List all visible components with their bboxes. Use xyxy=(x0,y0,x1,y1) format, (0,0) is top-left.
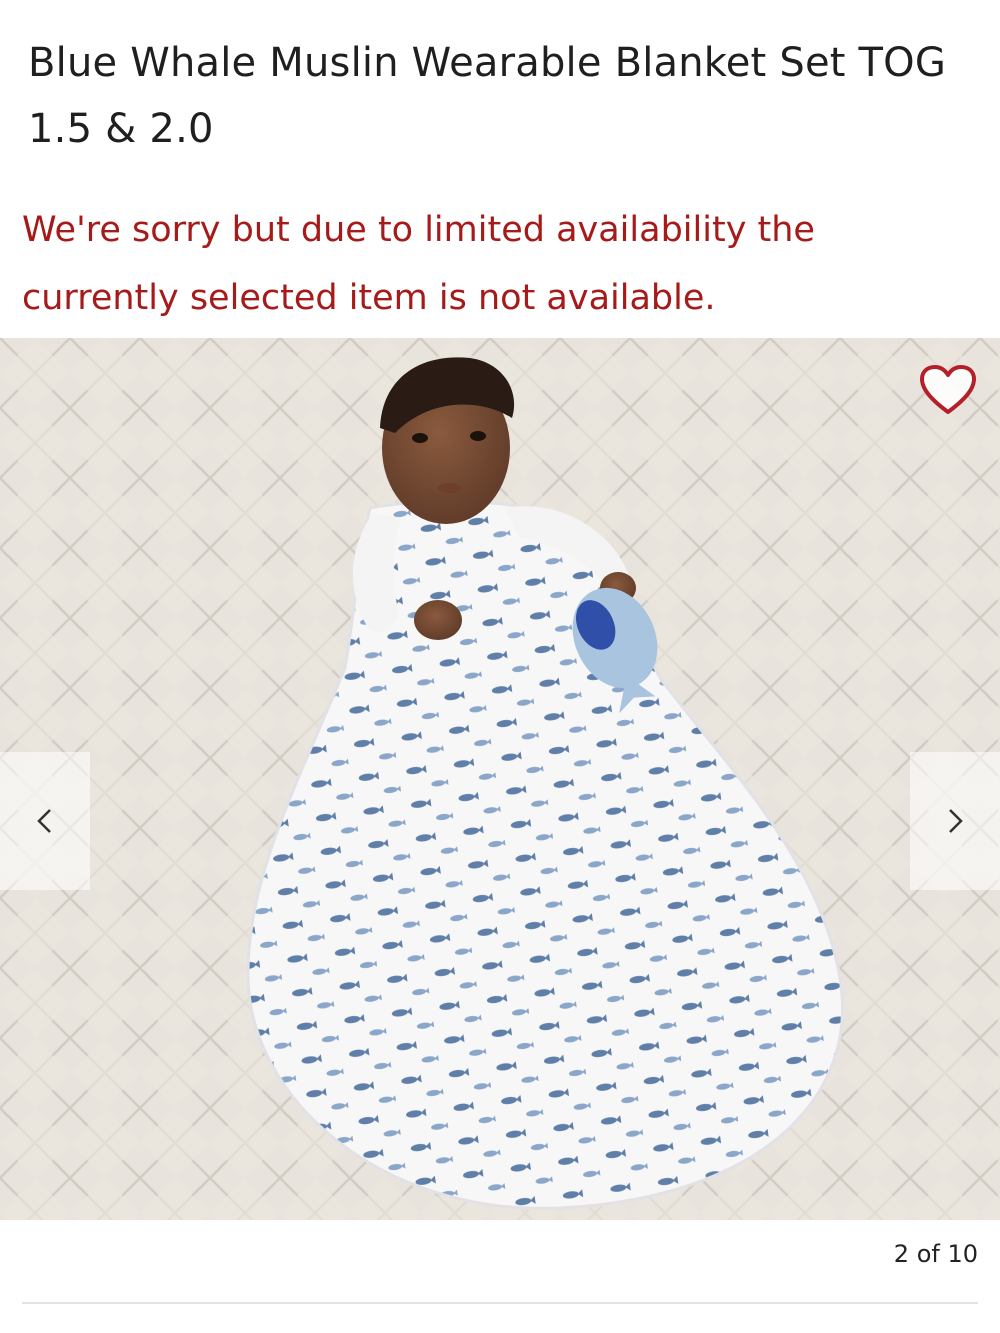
previous-image-button[interactable] xyxy=(0,752,90,890)
chevron-right-icon xyxy=(949,809,963,833)
availability-message: We're sorry but due to limited availabil… xyxy=(22,210,815,318)
divider xyxy=(22,1302,978,1304)
product-photo xyxy=(0,338,1000,1220)
product-image-gallery[interactable] xyxy=(0,338,1000,1220)
product-title: Blue Whale Muslin Wearable Blanket Set T… xyxy=(28,40,947,152)
chevron-left-icon xyxy=(37,809,51,833)
next-image-button[interactable] xyxy=(910,752,1000,890)
favorite-button[interactable] xyxy=(918,362,978,418)
image-pagination: 2 of 10 xyxy=(893,1240,978,1268)
heart-outline-icon xyxy=(920,365,976,414)
